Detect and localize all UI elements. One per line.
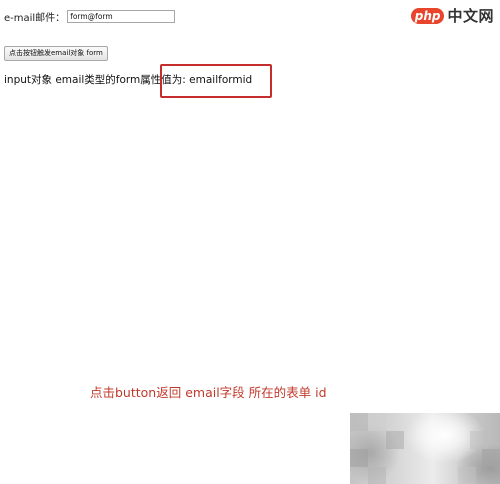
php-watermark-logo: php 中文网 bbox=[410, 5, 494, 26]
email-row: e-mail邮件： bbox=[4, 9, 176, 24]
email-input[interactable] bbox=[67, 10, 176, 23]
highlight-box bbox=[160, 64, 272, 98]
blurred-thumbnail bbox=[350, 413, 500, 484]
watermark-text: 中文网 bbox=[447, 7, 494, 25]
trigger-form-button[interactable]: 点击按钮触发email对象 form bbox=[4, 46, 108, 61]
php-badge: php bbox=[410, 7, 445, 24]
email-label: e-mail邮件： bbox=[4, 13, 66, 24]
annotation-caption: 点击button返回 email字段 所在的表单 id bbox=[90, 385, 327, 400]
